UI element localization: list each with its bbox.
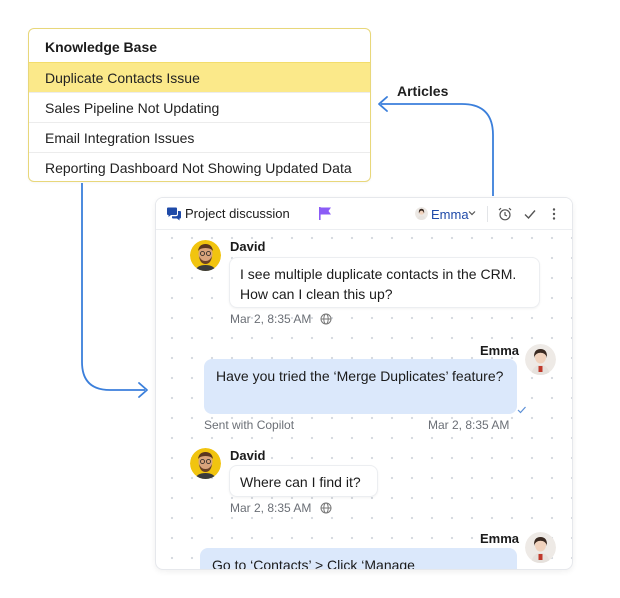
chevron-down-icon[interactable] bbox=[468, 209, 476, 217]
kb-item-duplicate-contacts[interactable]: Duplicate Contacts Issue bbox=[29, 62, 370, 92]
message-timestamp: Mar 2, 8:35 AM bbox=[230, 312, 312, 326]
more-vertical-icon[interactable] bbox=[552, 207, 556, 221]
chat-panel: Project discussion Emma David I see mult… bbox=[155, 197, 573, 570]
articles-label: Articles bbox=[397, 83, 449, 99]
david-avatar bbox=[190, 448, 221, 479]
knowledge-base-title: Knowledge Base bbox=[45, 39, 158, 55]
emma-avatar bbox=[525, 344, 556, 375]
assignee-name[interactable]: Emma bbox=[431, 207, 469, 222]
message-bubble-incoming: Where can I find it? bbox=[229, 465, 378, 497]
chat-bubbles-icon bbox=[167, 207, 181, 221]
kb-item-reporting-dashboard[interactable]: Reporting Dashboard Not Showing Updated … bbox=[29, 152, 370, 181]
message-timestamp: Mar 2, 8:35 AM bbox=[230, 501, 312, 515]
message-sender: Emma bbox=[480, 343, 520, 358]
articles-arrow-head bbox=[378, 96, 388, 112]
chat-arrow-head bbox=[138, 382, 148, 398]
header-divider bbox=[487, 206, 488, 222]
articles-connector bbox=[381, 103, 494, 196]
emma-avatar bbox=[525, 532, 556, 563]
david-avatar bbox=[190, 240, 221, 271]
copilot-note: Sent with Copilot bbox=[204, 418, 295, 432]
globe-icon bbox=[320, 313, 332, 325]
read-receipt-icon bbox=[517, 406, 526, 414]
chat-title: Project discussion bbox=[185, 206, 290, 221]
chat-header: Project discussion Emma bbox=[156, 198, 572, 230]
globe-icon bbox=[320, 502, 332, 514]
chat-connector bbox=[81, 183, 145, 391]
assignee-avatar bbox=[415, 207, 428, 220]
kb-item-sales-pipeline[interactable]: Sales Pipeline Not Updating bbox=[29, 92, 370, 122]
kb-item-email-integration[interactable]: Email Integration Issues bbox=[29, 122, 370, 152]
checkmark-icon[interactable] bbox=[523, 207, 537, 221]
message-bubble-incoming: I see multiple duplicate contacts in the… bbox=[229, 257, 540, 308]
message-timestamp: Mar 2, 8:35 AM bbox=[428, 418, 510, 432]
alarm-clock-icon[interactable] bbox=[498, 207, 512, 221]
message-sender: Emma bbox=[480, 531, 520, 546]
message-sender: David bbox=[230, 448, 266, 463]
flag-icon[interactable] bbox=[318, 206, 332, 221]
message-bubble-outgoing: Have you tried the ‘Merge Duplicates’ fe… bbox=[204, 359, 517, 414]
message-bubble-outgoing: Go to ‘Contacts’ > Click ‘Manage bbox=[200, 548, 517, 569]
knowledge-base-panel: Knowledge Base Duplicate Contacts Issue … bbox=[28, 28, 371, 182]
message-sender: David bbox=[230, 239, 266, 254]
